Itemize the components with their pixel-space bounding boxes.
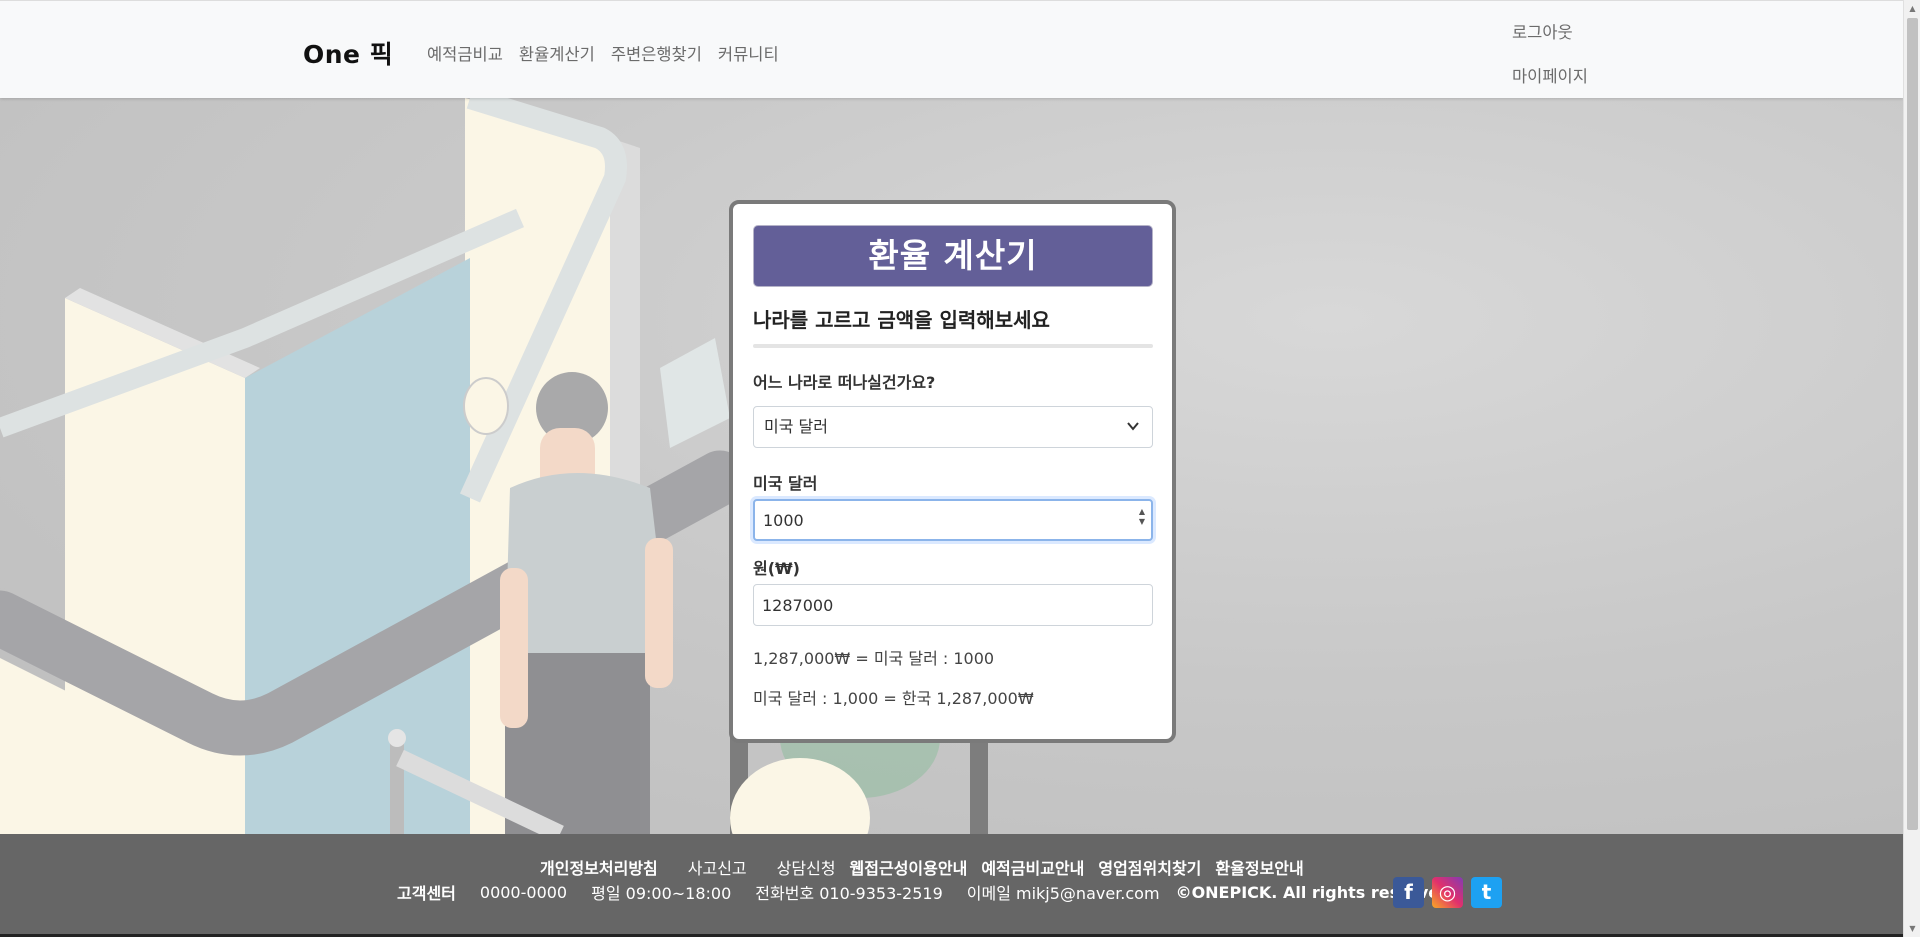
divider [753, 344, 1153, 348]
calculator-subtitle: 나라를 고르고 금액을 입력해보세요 [753, 308, 1050, 332]
customer-center-label: 고객센터 [397, 884, 456, 903]
logout-link[interactable]: 로그아웃 [1512, 19, 1588, 43]
nav-deposit-compare[interactable]: 예적금비교 [427, 41, 503, 65]
footer-privacy-link[interactable]: 개인정보처리방침 [540, 855, 658, 879]
facebook-icon[interactable]: f [1393, 877, 1424, 908]
user-links: 로그아웃 마이페이지 [1512, 19, 1588, 87]
number-stepper-icon[interactable]: ▲ ▼ [1136, 507, 1148, 529]
footer-accessibility-link[interactable]: 웹접근성이용안내 [850, 855, 968, 879]
footer: 개인정보처리방침 사고신고 상담신청 웹접근성이용안내 예적금비교안내 영업점위… [0, 834, 1903, 934]
brand-logo[interactable]: One 픽 [303, 35, 393, 71]
social-links: f ◎ t [1393, 877, 1502, 908]
country-select[interactable]: 미국 달러 [753, 406, 1153, 448]
mypage-link[interactable]: 마이페이지 [1512, 63, 1588, 87]
twitter-icon[interactable]: t [1471, 877, 1502, 908]
foreign-amount-input[interactable] [753, 499, 1153, 541]
instagram-icon[interactable]: ◎ [1432, 877, 1463, 908]
contact-phone: 전화번호 010-9353-2519 [755, 884, 943, 903]
calculator-title: 환율 계산기 [753, 225, 1153, 287]
footer-exchange-info-link[interactable]: 환율정보안내 [1215, 855, 1303, 879]
scroll-thumb[interactable] [1907, 18, 1918, 830]
contact-email: 이메일 mikj5@naver.com [966, 884, 1160, 903]
scroll-down-icon[interactable]: ▼ [1904, 920, 1920, 937]
foreign-amount-label: 미국 달러 [753, 474, 818, 493]
footer-consult-link[interactable]: 상담신청 [777, 855, 836, 879]
krw-amount-label: 원(₩) [753, 559, 800, 578]
conversion-result-krw: 1,287,000₩ = 미국 달러 : 1000 [753, 649, 995, 668]
footer-branch-link[interactable]: 영업점위치찾기 [1098, 855, 1201, 879]
country-question-label: 어느 나라로 떠나실건가요? [753, 373, 936, 392]
selected-country: 미국 달러 [764, 417, 828, 436]
footer-accident-link[interactable]: 사고신고 [688, 855, 747, 879]
main-nav: 예적금비교 환율계산기 주변은행찾기 커뮤니티 [427, 41, 779, 65]
footer-deposit-guide-link[interactable]: 예적금비교안내 [981, 855, 1084, 879]
nav-community[interactable]: 커뮤니티 [718, 41, 779, 65]
page-scrollbar[interactable]: ▲ ▼ [1903, 0, 1920, 937]
conversion-result-foreign: 미국 달러 : 1,000 = 한국 1,287,000₩ [753, 689, 1034, 708]
top-navbar: One 픽 예적금비교 환율계산기 주변은행찾기 커뮤니티 로그아웃 마이페이지 [0, 0, 1903, 98]
krw-amount-input[interactable] [753, 584, 1153, 626]
chevron-down-icon [1126, 407, 1140, 463]
nav-exchange-calculator[interactable]: 환율계산기 [519, 41, 595, 65]
footer-links: 개인정보처리방침 사고신고 상담신청 웹접근성이용안내 예적금비교안내 영업점위… [540, 855, 1304, 879]
scroll-up-icon[interactable]: ▲ [1904, 0, 1920, 17]
business-hours: 평일 09:00~18:00 [591, 884, 732, 903]
footer-info: 고객센터 0000-0000 평일 09:00~18:00 전화번호 010-9… [397, 880, 1457, 904]
customer-center-phone: 0000-0000 [479, 882, 568, 902]
nav-nearby-banks[interactable]: 주변은행찾기 [611, 41, 702, 65]
exchange-calculator-card: 환율 계산기 나라를 고르고 금액을 입력해보세요 어느 나라로 떠나실건가요?… [729, 200, 1176, 743]
